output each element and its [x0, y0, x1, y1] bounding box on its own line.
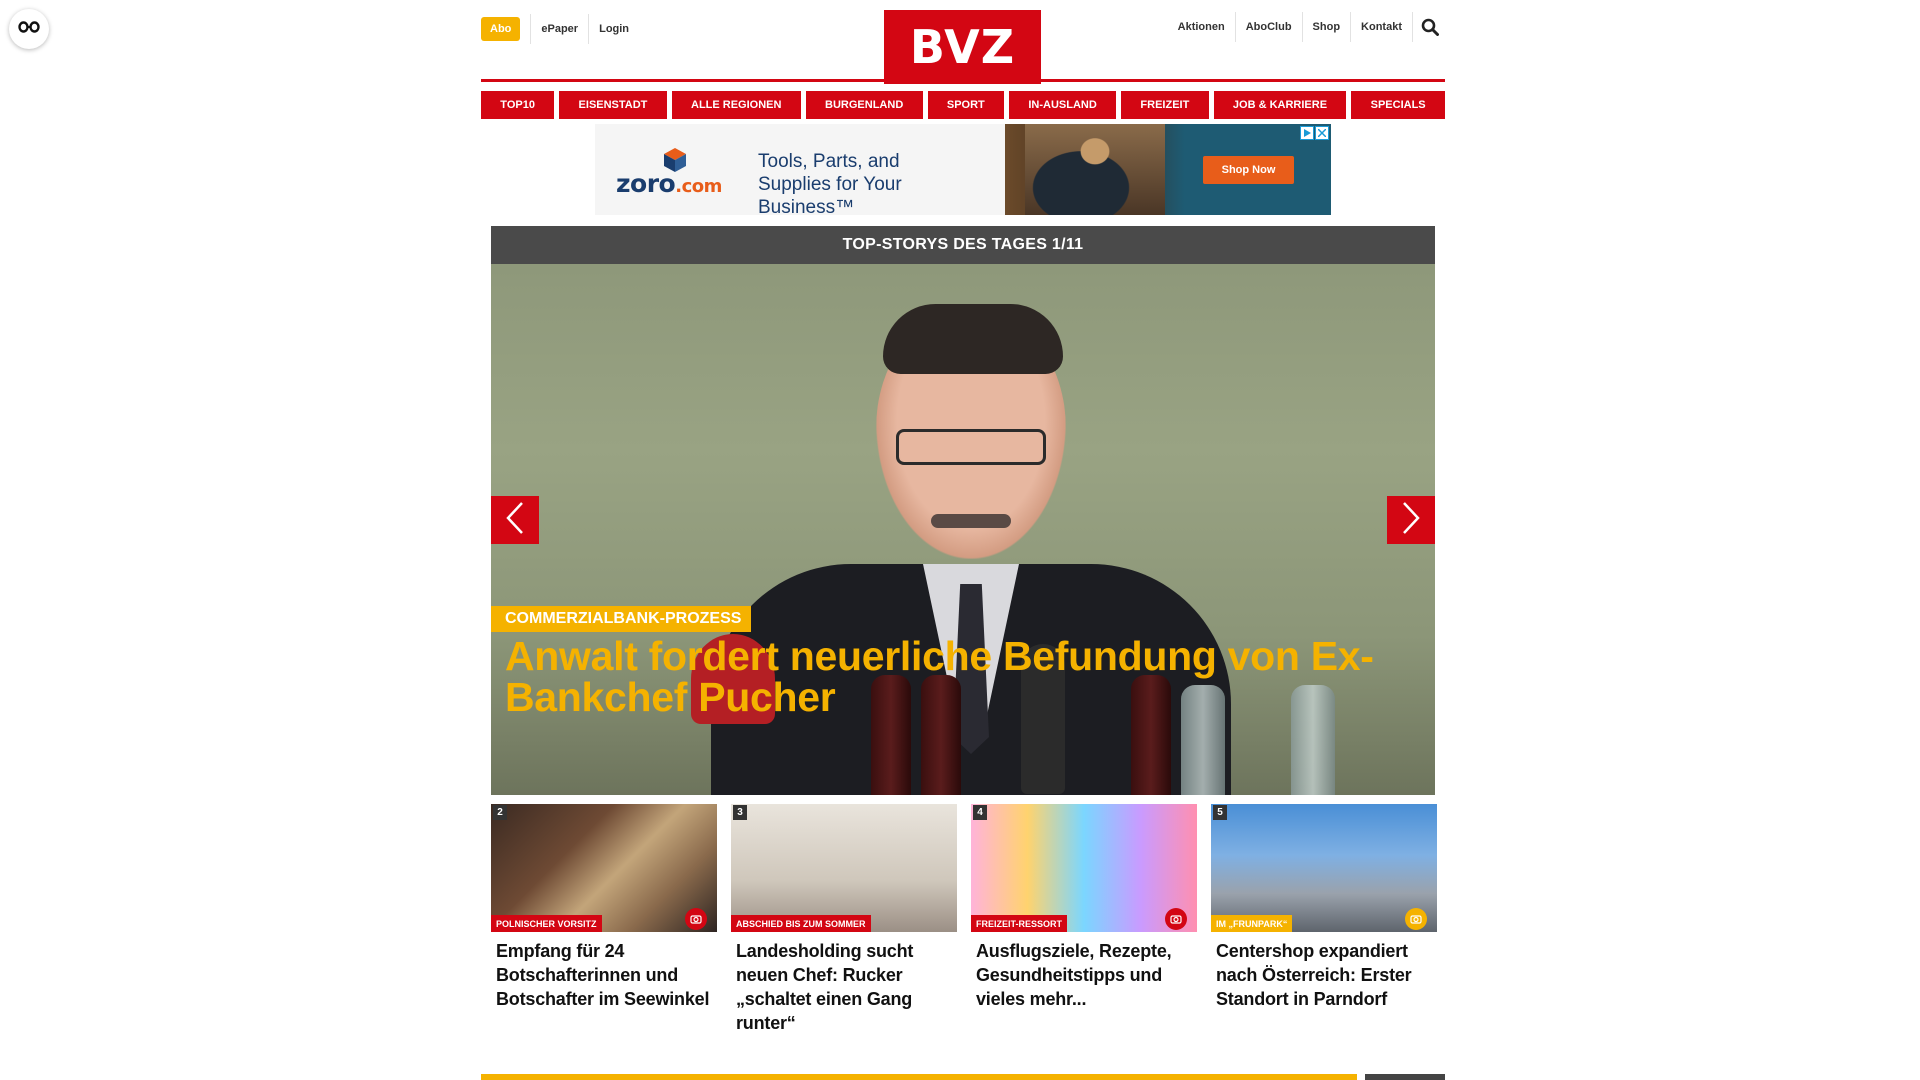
glasses-icon — [18, 20, 40, 38]
teaser-number: 2 — [493, 805, 507, 820]
ad-shop-now-button[interactable]: Shop Now — [1203, 156, 1294, 184]
ad-worker-photo — [1025, 124, 1165, 215]
teaser-number: 5 — [1213, 805, 1227, 820]
close-icon[interactable] — [1315, 126, 1329, 140]
nav-item-job-karriere[interactable]: JOB & KARRIERE — [1213, 91, 1347, 119]
slide-kicker[interactable]: COMMERZIALBANK-PROZESS — [491, 606, 752, 632]
search-icon[interactable] — [1415, 12, 1445, 42]
teaser-title[interactable]: Landesholding sucht neuen Chef: Rucker „… — [731, 932, 957, 1035]
story-teasers: 2 POLNISCHER VORSITZ Empfang für 24 Bots… — [491, 804, 1437, 1035]
nav-item-specials[interactable]: SPECIALS — [1351, 91, 1445, 119]
photo-hair — [883, 304, 1063, 374]
teaser-title[interactable]: Empfang für 24 Botschafterinnen und Bots… — [491, 932, 717, 1011]
top-stories-slider: TOP-STORYS DES TAGES 1/11 COMMERZIALBANK… — [491, 226, 1435, 795]
header-left-nav: Abo ePaper Login — [481, 14, 639, 44]
ad-brand-logo: zoro.com — [616, 146, 736, 206]
teaser-kicker: IM „FRUNPARK“ — [1211, 915, 1293, 932]
section-divider-dark — [1365, 1074, 1445, 1080]
nav-item-top10[interactable]: TOP10 — [481, 91, 555, 119]
slide-image[interactable]: COMMERZIALBANK-PROZESS Anwalt fordert ne… — [491, 264, 1435, 795]
photo-glasses — [896, 429, 1046, 465]
aktionen-link[interactable]: Aktionen — [1168, 15, 1235, 39]
ad-brand-suffix: .com — [675, 176, 722, 197]
slider-heading: TOP-STORYS DES TAGES 1/11 — [491, 226, 1435, 264]
shop-link[interactable]: Shop — [1303, 15, 1351, 39]
chevron-right-icon — [1401, 501, 1421, 540]
story-teaser[interactable]: 2 POLNISCHER VORSITZ Empfang für 24 Bots… — [491, 804, 717, 1035]
section-divider-yellow — [481, 1074, 1357, 1080]
ad-info-icon[interactable] — [1300, 126, 1314, 140]
header-right-nav: Aktionen AboClub Shop Kontakt — [1168, 12, 1445, 42]
camera-icon — [1165, 908, 1187, 930]
ad-tagline: Tools, Parts, and Supplies for Your Busi… — [758, 151, 902, 215]
slider-prev-button[interactable] — [491, 496, 539, 544]
login-link[interactable]: Login — [589, 18, 639, 40]
site-logo[interactable]: BVZ — [884, 10, 1041, 84]
ad-brand-text: zoro.com — [616, 169, 722, 198]
teaser-image[interactable]: 3 ABSCHIED BIS ZUM SOMMER — [731, 804, 957, 932]
nav-item-in-ausland[interactable]: IN-AUSLAND — [1009, 91, 1117, 119]
nav-item-freizeit[interactable]: FREIZEIT — [1121, 91, 1209, 119]
nav-item-burgenland[interactable]: BURGENLAND — [805, 91, 923, 119]
slide-title[interactable]: Anwalt fordert neuerliche Befundung von … — [505, 636, 1405, 718]
photo-mustache — [931, 514, 1011, 528]
teaser-title[interactable]: Centershop expandiert nach Österreich: E… — [1211, 932, 1437, 1011]
abo-button[interactable]: Abo — [481, 17, 521, 41]
slider-next-button[interactable] — [1387, 496, 1435, 544]
ad-choices[interactable] — [1300, 126, 1329, 140]
nav-item-alle-regionen[interactable]: ALLE REGIONEN — [671, 91, 801, 119]
aboclub-link[interactable]: AboClub — [1236, 15, 1302, 39]
camera-icon — [685, 908, 707, 930]
site-header: Abo ePaper Login BVZ Aktionen AboClub Sh… — [481, 0, 1445, 84]
advertisement-banner[interactable]: zoro.com Tools, Parts, and Supplies for … — [595, 124, 1331, 215]
camera-icon — [1405, 908, 1427, 930]
nav-item-eisenstadt[interactable]: EISENSTADT — [559, 91, 667, 119]
accessibility-button[interactable] — [9, 9, 49, 49]
teaser-number: 4 — [973, 805, 987, 820]
teaser-image[interactable]: 4 FREIZEIT-RESSORT — [971, 804, 1197, 932]
teaser-image[interactable]: 2 POLNISCHER VORSITZ — [491, 804, 717, 932]
story-teaser[interactable]: 3 ABSCHIED BIS ZUM SOMMER Landesholding … — [731, 804, 957, 1035]
teaser-image[interactable]: 5 IM „FRUNPARK“ — [1211, 804, 1437, 932]
teaser-title[interactable]: Ausflugsziele, Rezepte, Gesundheitstipps… — [971, 932, 1197, 1011]
teaser-kicker: ABSCHIED BIS ZUM SOMMER — [731, 915, 871, 932]
nav-item-sport[interactable]: SPORT — [927, 91, 1005, 119]
teaser-kicker: POLNISCHER VORSITZ — [491, 915, 602, 932]
kontakt-link[interactable]: Kontakt — [1351, 15, 1412, 39]
divider — [1412, 12, 1413, 42]
teaser-kicker: FREIZEIT-RESSORT — [971, 915, 1068, 932]
epaper-link[interactable]: ePaper — [531, 18, 588, 40]
chevron-left-icon — [505, 501, 525, 540]
story-teaser[interactable]: 4 FREIZEIT-RESSORT Ausflugsziele, Rezept… — [971, 804, 1197, 1035]
page-container: Abo ePaper Login BVZ Aktionen AboClub Sh… — [481, 0, 1445, 1033]
main-navigation: TOP10 EISENSTADT ALLE REGIONEN BURGENLAN… — [481, 91, 1445, 119]
story-teaser[interactable]: 5 IM „FRUNPARK“ Centershop expandiert na… — [1211, 804, 1437, 1035]
teaser-number: 3 — [733, 805, 747, 820]
ad-brand-name: zoro — [616, 169, 676, 198]
